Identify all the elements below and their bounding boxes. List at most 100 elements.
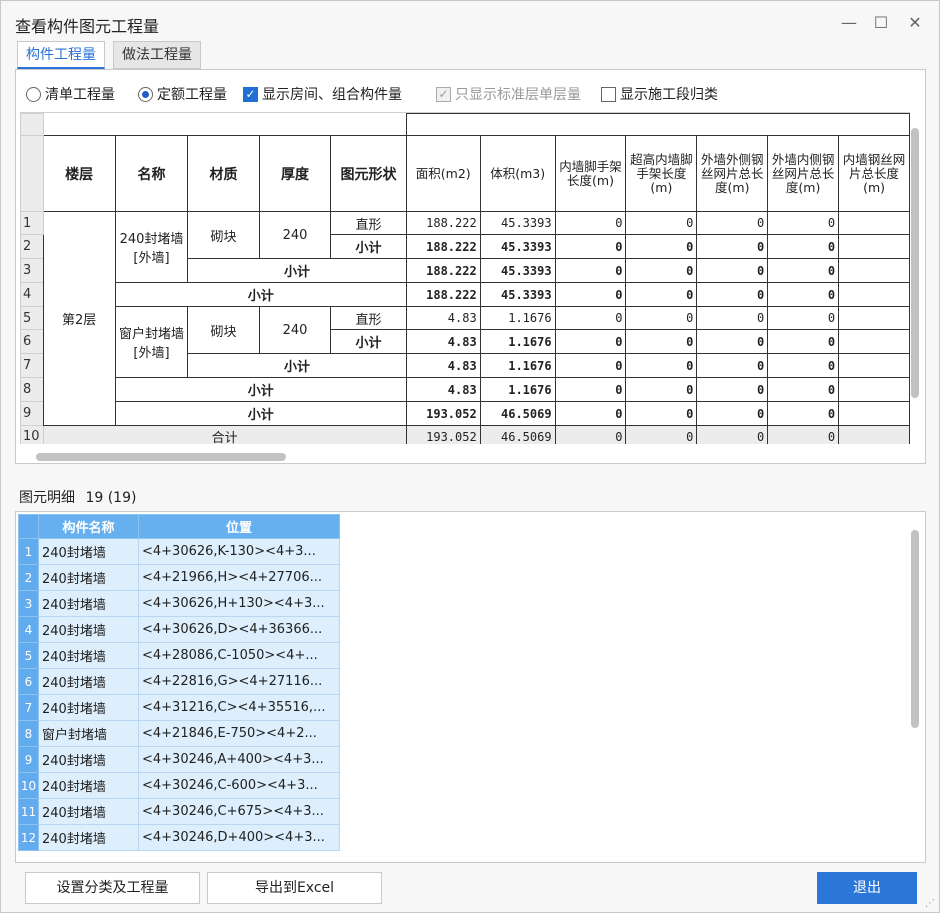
total-row[interactable]: 10 合计 193.052 46.5069 0 0 0 0 (20, 425, 910, 444)
col-header-floor[interactable]: 楼层 (42, 135, 116, 212)
tab-component-qty[interactable]: 构件工程量 (17, 41, 105, 69)
value-cell: 0 (767, 425, 840, 444)
area-cell: 4.83 (405, 353, 481, 378)
item-position: <4+31216,C><4+35516,... (138, 694, 340, 721)
value-cell: 0 (625, 377, 698, 402)
col-header-shape[interactable]: 图元形状 (330, 135, 407, 212)
value-cell: 0 (696, 401, 769, 426)
row-number: 10 (20, 425, 44, 444)
list-item[interactable]: 12 240封堵墙 <4+30246,D+400><4+3... (18, 824, 340, 851)
shape-cell: 直形 (330, 211, 407, 235)
vertical-scrollbar[interactable] (911, 128, 919, 398)
item-name: 240封堵墙 (38, 590, 139, 617)
col-header-material[interactable]: 材质 (187, 135, 260, 212)
value-cell: 0 (767, 306, 840, 330)
radio-on-icon[interactable] (138, 86, 153, 102)
header-row: 楼层 名称 材质 厚度 图元形状 面积(m2) 体积(m3) 内墙脚手架长度(m… (20, 135, 910, 212)
value-cell: 0 (554, 258, 627, 283)
value-cell: 0 (554, 425, 627, 444)
radio-off-icon[interactable] (26, 86, 41, 102)
col-header-position[interactable]: 位置 (138, 514, 340, 539)
col-header-name[interactable]: 名称 (114, 135, 189, 212)
table-row[interactable]: 1 第2层 240封堵墙[外墙] 砌块 240 直形 188.222 45.33… (20, 211, 910, 426)
col-header-component-name[interactable]: 构件名称 (38, 514, 139, 539)
subtotal-label: 小计 (187, 258, 407, 283)
list-item[interactable]: 4 240封堵墙 <4+30626,D><4+36366... (18, 616, 340, 643)
col-header-c4[interactable]: 外墙内侧钢丝网片总长度(m) (767, 135, 840, 212)
table-row[interactable]: 5 窗户封堵墙[外墙] 砌块 240 直形 4.83 1.1676 0 0 0 … (20, 306, 910, 378)
item-position: <4+30626,D><4+36366... (138, 616, 340, 643)
floor-cell: 第2层 (42, 211, 116, 426)
checkbox-checked-icon[interactable]: ✓ (243, 86, 258, 102)
col-header-c3[interactable]: 外墙外侧钢丝网片总长度(m) (696, 135, 769, 212)
list-item[interactable]: 7 240封堵墙 <4+31216,C><4+35516,... (18, 694, 340, 721)
quantity-grid[interactable]: 楼层 名称 材质 厚度 图元形状 面积(m2) 体积(m3) 内墙脚手架长度(m… (20, 112, 910, 444)
option-list-qty[interactable]: 清单工程量 (26, 84, 115, 104)
maximize-icon[interactable]: ☐ (869, 11, 893, 35)
table-row[interactable]: 9 小计 193.052 46.5069 0 0 0 0 (20, 401, 910, 426)
subtotal-label: 小计 (330, 329, 407, 354)
table-row[interactable]: 8 小计 4.83 1.1676 0 0 0 0 (20, 377, 910, 402)
option-show-phase[interactable]: 显示施工段归类 (601, 84, 718, 104)
value-cell: 0 (625, 211, 698, 235)
row-number: 4 (18, 616, 39, 643)
item-name: 240封堵墙 (38, 564, 139, 591)
col-header-area[interactable]: 面积(m2) (405, 135, 481, 212)
value-cell (838, 258, 910, 283)
value-cell: 0 (625, 282, 698, 307)
list-item[interactable]: 2 240封堵墙 <4+21966,H><4+27706... (18, 564, 340, 591)
detail-vertical-scrollbar[interactable] (911, 530, 919, 728)
checkbox-unchecked-icon[interactable] (601, 86, 616, 102)
set-category-button[interactable]: 设置分类及工程量 (25, 872, 200, 904)
item-name: 240封堵墙 (38, 694, 139, 721)
item-position: <4+28086,C-1050><4+... (138, 642, 340, 669)
value-cell: 0 (696, 377, 769, 402)
list-item[interactable]: 11 240封堵墙 <4+30246,C+675><4+3... (18, 798, 340, 825)
row-number-header (20, 135, 44, 212)
minimize-icon[interactable]: — (837, 11, 861, 35)
item-position: <4+30246,D+400><4+3... (138, 824, 340, 851)
detail-table: 构件名称 位置 1 240封堵墙 <4+30626,K-130><4+3... 22… (18, 514, 340, 851)
list-item[interactable]: 3 240封堵墙 <4+30626,H+130><4+3... (18, 590, 340, 617)
list-item[interactable]: 8 窗户封堵墙 <4+21846,E-750><4+2... (18, 720, 340, 747)
row-number: 9 (18, 746, 39, 773)
item-position: <4+22816,G><4+27116... (138, 668, 340, 695)
col-header-c5[interactable]: 内墙钢丝网片总长度(m) (838, 135, 910, 212)
col-header-c1[interactable]: 内墙脚手架长度(m) (554, 135, 627, 212)
export-excel-button[interactable]: 导出到Excel (207, 872, 382, 904)
value-cell: 0 (696, 306, 769, 330)
row-number: 5 (18, 642, 39, 669)
horizontal-scrollbar[interactable] (36, 453, 286, 461)
list-item[interactable]: 6 240封堵墙 <4+22816,G><4+27116... (18, 668, 340, 695)
value-cell: 0 (767, 329, 840, 354)
value-cell (838, 401, 910, 426)
table-row[interactable]: 4 小计 188.222 45.3393 0 0 0 0 (20, 282, 910, 307)
col-header-thickness[interactable]: 厚度 (258, 135, 332, 212)
row-number: 4 (20, 282, 44, 307)
list-item[interactable]: 10 240封堵墙 <4+30246,C-600><4+3... (18, 772, 340, 799)
list-item[interactable]: 1 240封堵墙 <4+30626,K-130><4+3... (18, 538, 340, 565)
list-item[interactable]: 5 240封堵墙 <4+28086,C-1050><4+... (18, 642, 340, 669)
option-quota-qty-label: 定额工程量 (157, 87, 227, 103)
area-cell: 193.052 (405, 425, 481, 444)
option-show-rooms[interactable]: ✓ 显示房间、组合构件量 (243, 84, 402, 104)
item-name: 240封堵墙 (38, 668, 139, 695)
tab-method-qty[interactable]: 做法工程量 (113, 41, 201, 69)
thickness-cell: 240 (258, 211, 332, 259)
option-quota-qty[interactable]: 定额工程量 (138, 84, 227, 104)
col-header-volume[interactable]: 体积(m3) (479, 135, 556, 212)
col-header-c2[interactable]: 超高内墙脚手架长度(m) (625, 135, 698, 212)
subtotal-label: 小计 (330, 234, 407, 259)
value-cell: 0 (696, 353, 769, 378)
close-icon[interactable]: ✕ (903, 11, 927, 35)
exit-button[interactable]: 退出 (817, 872, 917, 904)
volume-cell: 1.1676 (479, 353, 556, 378)
item-position: <4+30246,A+400><4+3... (138, 746, 340, 773)
detail-header: 图元明细 19 (19) (19, 487, 136, 507)
volume-cell: 46.5069 (479, 401, 556, 426)
item-name: 240封堵墙 (38, 798, 139, 825)
list-item[interactable]: 9 240封堵墙 <4+30246,A+400><4+3... (18, 746, 340, 773)
detail-count: 19 (19) (85, 490, 137, 506)
resize-grip-icon[interactable]: ⋰ (925, 898, 935, 909)
option-list-qty-label: 清单工程量 (45, 87, 115, 103)
